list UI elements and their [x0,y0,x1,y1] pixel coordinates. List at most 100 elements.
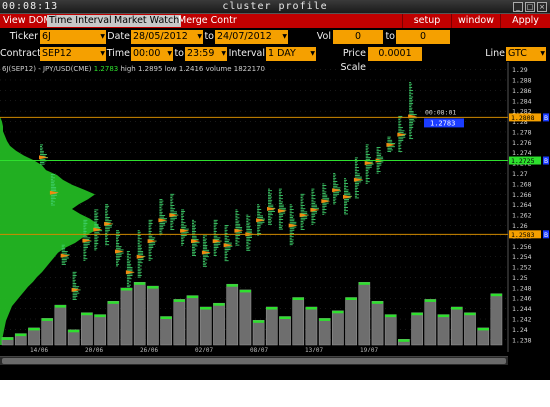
volume-bar-cap [464,312,476,316]
date-tick-label: 19/07 [360,347,378,352]
upper-price-badge-text: 1.2808 [511,114,535,122]
profile-area [0,107,100,345]
volume-bar [384,314,397,346]
volume-bar-cap [305,307,317,310]
volume-bar [107,301,120,346]
volume-bar-cap [81,312,93,316]
date-from-field[interactable]: 28/05/2012 ▼ [131,30,203,44]
vol-to-input[interactable]: 0 [396,30,450,44]
volume-profile [0,107,100,345]
price-tick-label: 1.254 [512,253,532,261]
contract-value: SEP12 [42,48,72,59]
price-tick-label: 1.266 [512,191,532,199]
volume-bar [411,312,423,346]
setup-button[interactable]: setup [402,14,451,28]
price-tick-label: 1.242 [512,316,532,324]
date-tick-label: 20/06 [85,347,103,352]
contract-select[interactable]: SEP12 ▼ [40,47,106,61]
price-scale-label: Price Scale [340,48,366,73]
volume-bar-cap [160,316,172,319]
high-label: high 1.2895 [120,65,163,73]
time-to-value: 23:59 [187,48,215,59]
time-to-field[interactable]: 23:59 ▼ [185,47,227,61]
bar-timer-label: 00:08:01 [425,108,456,116]
volume-bar-cap [120,288,133,291]
volume-bar [292,297,305,346]
volume-bar [490,293,503,346]
price-tick-label: 1.278 [512,128,532,136]
lower-price-badge-text: 1.2583 [511,231,535,239]
price-tick-label: 1.252 [512,264,532,272]
volume-bar [464,312,476,346]
menu-market-watch[interactable]: Market Watch [112,15,182,27]
last-price-label: 1.2783 [93,65,119,73]
menu-merge-contr[interactable]: Merge Contr [176,15,239,27]
price-tick-label: 1.276 [512,139,532,147]
volume-bar [252,320,265,346]
volume-bar [186,295,199,346]
volume-label: volume 1822170 [205,65,265,73]
volume-bar-cap [319,318,331,321]
price-tick-label: 1.264 [512,201,532,209]
volume-bar [133,282,146,346]
volume-bar [318,318,331,346]
volume-bar-cap [226,284,238,287]
scrollbar-thumb[interactable] [2,358,506,364]
last-price-badge-text: 1.2783 [430,119,455,127]
price-scale-input[interactable]: 0.0001 [368,47,422,61]
volume-bar [54,304,67,346]
ticker-select[interactable]: 6J ▼ [40,30,106,44]
chevron-down-icon: ▼ [197,33,202,40]
date-to-field[interactable]: 24/07/2012 ▼ [215,30,288,44]
volume-bar [173,299,186,346]
window-button[interactable]: window [451,14,500,28]
price-tick-label: 1.26 [512,222,528,230]
low-label: low 1.2416 [164,65,204,73]
volume-bar-cap [266,307,278,310]
horizontal-scrollbar[interactable] [0,356,508,365]
volume-bar-cap [200,307,212,310]
controls-row-2: Contract SEP12 ▼ Time 00:00 ▼ to 23:59 ▼ In… [0,45,550,73]
volume-bar [358,282,371,346]
poc-marker [332,188,342,193]
cluster-profile-chart[interactable]: 1.291.2881.2861.2841.2821.281.2781.2761.… [0,62,550,352]
price-tick-label: 1.256 [512,243,532,251]
chevron-down-icon: ▼ [310,50,315,57]
side-marker-text: B [544,158,548,165]
volume-bar-cap [358,282,370,285]
interval-select[interactable]: 1 DAY ▼ [266,47,316,61]
current-price-badge-text: 1.2725 [511,157,535,165]
maximize-button[interactable]: □ [525,2,535,12]
date-tick-label: 08/07 [250,347,268,352]
time-to-label: to [174,48,184,59]
controls-row-1: Ticker 6J ▼ Date 28/05/2012 ▼ to 24/07/201… [0,28,550,56]
volume-bar-cap [279,316,291,319]
volume-bar-cap [186,295,199,299]
time-label: Time [106,48,130,59]
side-marker-text: B [544,232,548,239]
minimize-button[interactable]: _ [513,2,523,12]
line-value: GTC [508,48,527,59]
volume-bar [305,306,318,346]
ticker-label: Ticker [9,31,38,42]
volume-bar-cap [2,337,14,340]
vol-from-input[interactable]: 0 [333,30,383,44]
close-button[interactable]: × [537,2,547,12]
price-tick-label: 1.24 [512,326,528,334]
chevron-down-icon: ▼ [282,33,287,40]
menu-time-interval[interactable]: Time Interval [47,15,114,27]
line-select[interactable]: GTC ▼ [506,47,546,61]
price-tick-label: 1.238 [512,336,532,344]
menu-view-dom[interactable]: View DOM [1,15,54,27]
volume-bar-cap [411,312,423,316]
chevron-down-icon: ▼ [167,50,172,57]
date-tick-label: 26/06 [140,347,158,352]
time-from-field[interactable]: 00:00 ▼ [131,47,173,61]
price-tick-label: 1.262 [512,212,532,220]
apply-button[interactable]: Apply [500,14,550,28]
chevron-down-icon: ▼ [100,50,105,57]
interval-value: 1 DAY [268,48,296,59]
volume-bar [239,289,252,346]
volume-bar-cap [147,286,159,289]
interval-label: Interval [228,48,265,59]
